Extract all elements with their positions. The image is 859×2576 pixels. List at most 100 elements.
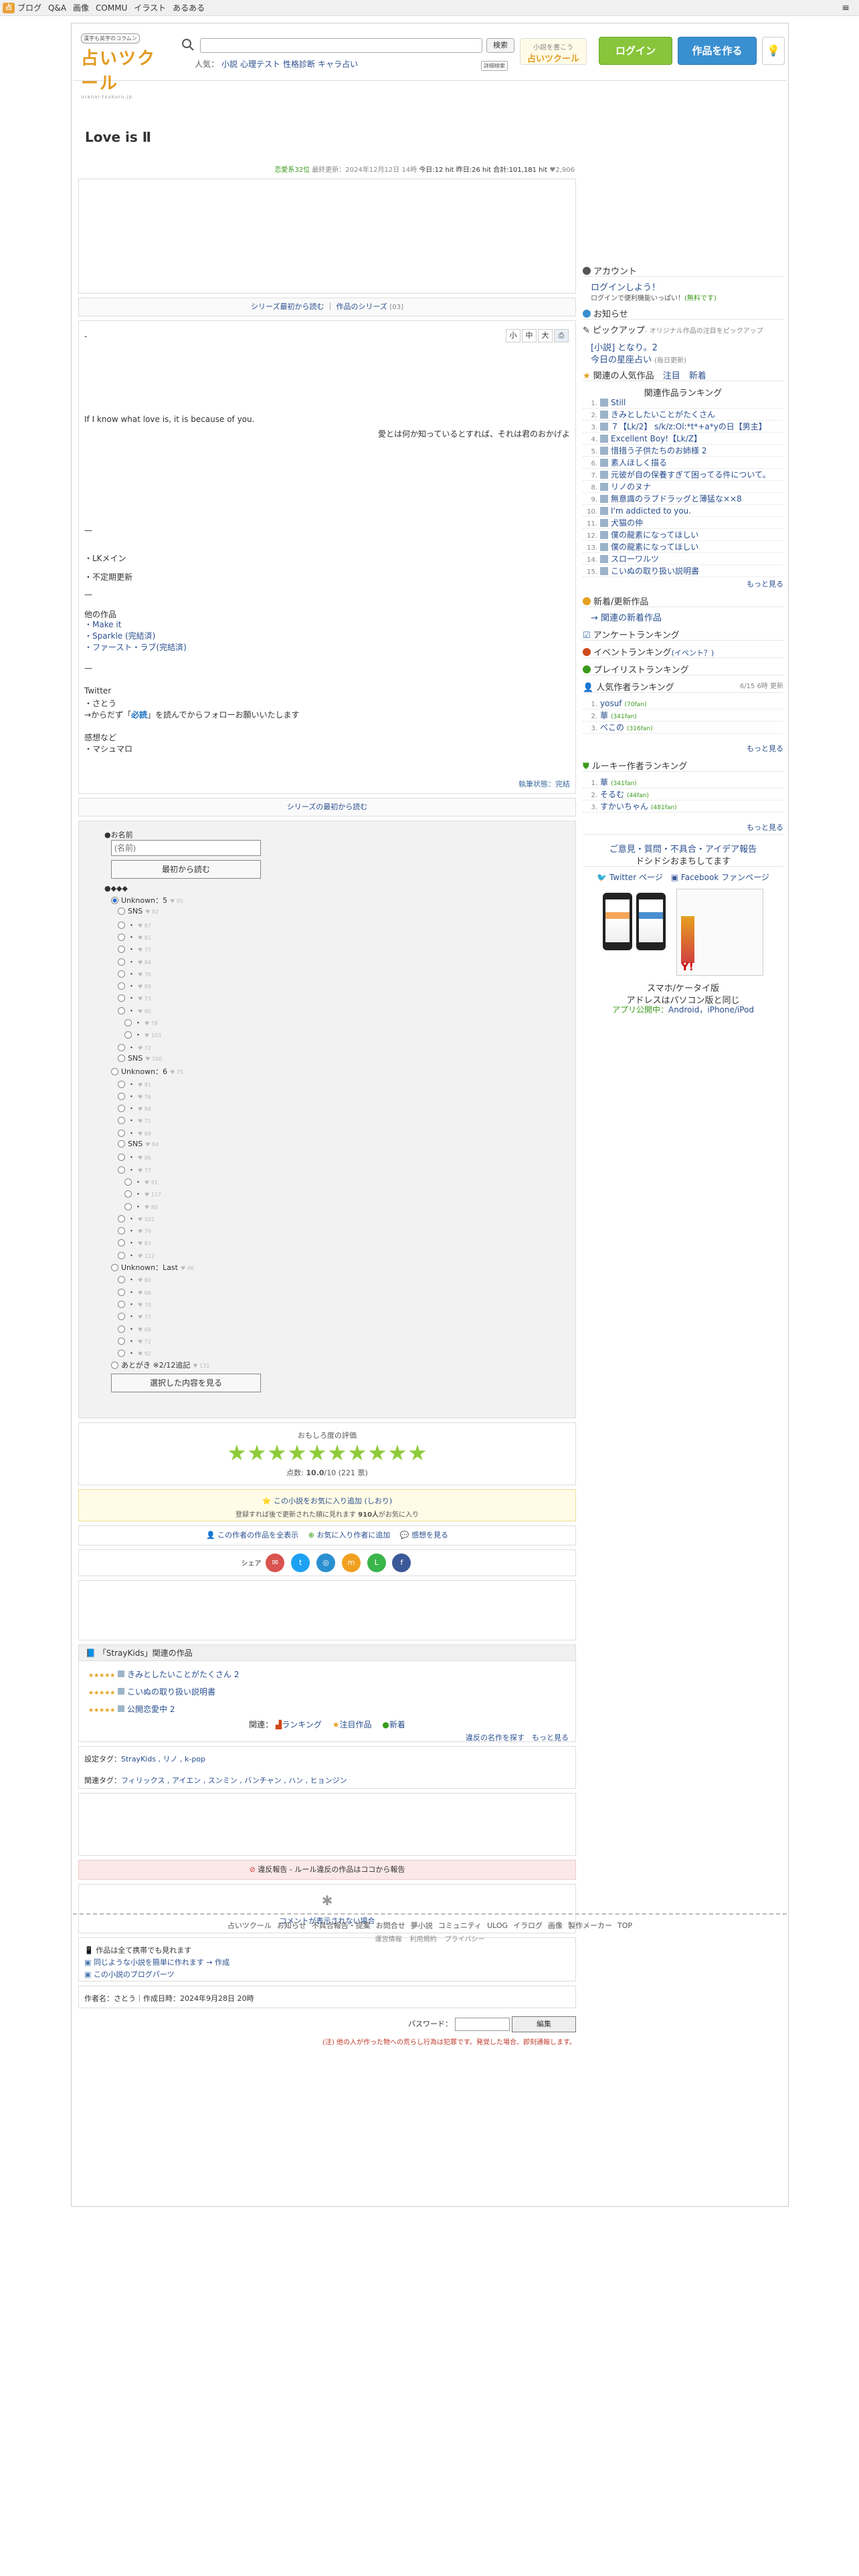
sidebar-news-header[interactable]: お知らせ: [583, 307, 783, 320]
rookie-rank-item[interactable]: 2. そるむ (44fan): [583, 788, 783, 800]
related-item-link[interactable]: こいぬの取り扱い説明書: [127, 1687, 215, 1697]
ranking-item-link[interactable]: 元彼が自の保養すぎて困ってる件について。: [611, 470, 771, 479]
toc-item[interactable]: ・ ♥ 73: [118, 992, 151, 1003]
footer-link[interactable]: 不具合報告・提案: [312, 1921, 371, 1930]
toc-item[interactable]: ・ ♥ 102: [118, 1213, 155, 1224]
series-link[interactable]: 作品のシリーズ: [336, 302, 387, 311]
ranking-item-link[interactable]: Still: [611, 398, 626, 407]
toc-item[interactable]: ・ ♥ 83: [118, 1237, 151, 1248]
sidebar-playlist[interactable]: プレイリストランキング: [583, 663, 783, 675]
radio-icon[interactable]: [118, 970, 125, 978]
ranking-item-link[interactable]: 無意識のラブドラッグと薄猛な××8: [611, 494, 742, 504]
toc-item[interactable]: ・ ♥ 72: [118, 1335, 151, 1346]
ranking-item-link[interactable]: 僕の龍素になってほしい: [611, 530, 698, 540]
login-prompt-link[interactable]: ログインしよう！: [583, 280, 783, 293]
radio-icon[interactable]: [118, 1337, 125, 1345]
rank-badge[interactable]: 恋愛系32位: [274, 167, 310, 174]
popular-chara[interactable]: キャラ占い: [318, 60, 358, 69]
rookie-rank-name[interactable]: すかいちゃん: [600, 802, 648, 811]
login-button[interactable]: ログイン: [599, 37, 672, 65]
toc-item[interactable]: ・ ♥ 87: [118, 920, 151, 930]
lightbulb-icon[interactable]: 💡: [762, 37, 785, 65]
ranking-item-link[interactable]: こいぬの取り扱い説明書: [611, 566, 699, 576]
ranking-item-link[interactable]: 犬猫の仲: [611, 518, 643, 528]
toc-item[interactable]: あとがき ※2/12追記 ♥ 131: [111, 1360, 209, 1370]
ranking-item-link[interactable]: Excellent Boy!【Lk/Z】: [611, 434, 702, 443]
related-item[interactable]: ★★★★★ こいぬの取り扱い説明書: [88, 1684, 239, 1701]
radio-icon[interactable]: [118, 1129, 125, 1137]
radio-icon[interactable]: [111, 1068, 118, 1076]
toc-item[interactable]: ・ ♥ 84: [118, 956, 151, 967]
rating-star-icon[interactable]: [328, 1444, 346, 1461]
toc-item[interactable]: Unknown：Last ♥ 46: [111, 1262, 194, 1273]
report-box[interactable]: ⊘ 違反報告 - ルール違反の作品はココから報告: [78, 1860, 576, 1880]
radio-icon[interactable]: [118, 1325, 125, 1333]
radio-icon[interactable]: [118, 1080, 125, 1088]
radio-icon[interactable]: [118, 982, 125, 990]
author-rank-item[interactable]: 2. 華 (341fan): [583, 710, 783, 722]
other-work-link[interactable]: ・Sparkle (完結済): [84, 631, 155, 641]
header-banner[interactable]: 小説を書こう 占いツクール: [520, 38, 587, 65]
ranking-item[interactable]: 1. Still: [583, 397, 783, 409]
event-sub-link[interactable]: (イベント？): [672, 649, 714, 657]
toc-item[interactable]: ・ ♥ 80: [124, 1201, 158, 1212]
feedback-report-link[interactable]: ご意見・質問・不具合・アイデア報告: [583, 842, 783, 855]
setting-tags-links[interactable]: StrayKids , リノ , k-pop: [121, 1755, 205, 1763]
footer-link[interactable]: コミュニティ: [438, 1921, 482, 1930]
radio-icon[interactable]: [118, 1006, 125, 1014]
pickup-horoscope[interactable]: 今日の星座占い (毎日更新): [583, 352, 783, 365]
radio-icon[interactable]: [118, 1313, 125, 1321]
author-rank-item[interactable]: 3. べこの (316fan): [583, 722, 783, 734]
font-small-button[interactable]: 小: [506, 329, 520, 342]
sidebar-survey[interactable]: ☑ アンケートランキング: [583, 628, 783, 641]
popular-personality[interactable]: 性格診断: [283, 60, 315, 69]
radio-icon[interactable]: [118, 1117, 125, 1125]
radio-icon[interactable]: [118, 958, 125, 966]
create-work-button[interactable]: 作品を作る: [678, 37, 757, 65]
toc-item[interactable]: ・ ♥ 78: [124, 1017, 158, 1028]
toc-item[interactable]: ・ ♥ 81: [118, 932, 151, 942]
rookie-rank-name[interactable]: そるむ: [600, 790, 624, 799]
rating-star-icon[interactable]: [228, 1444, 246, 1461]
site-logo[interactable]: 漢字も英字のコラムン 占いツクール uranai-tsukuru.jp: [81, 33, 168, 100]
toc-item[interactable]: ・ ♥ 77: [118, 1311, 151, 1321]
footer-link[interactable]: ULOG: [487, 1921, 508, 1930]
toc-item[interactable]: SNS ♥ 82: [118, 907, 159, 916]
ranking-item-link[interactable]: きみとしたいことがたくさん: [611, 410, 715, 419]
footer-link[interactable]: イラログ: [513, 1921, 543, 1930]
radio-icon[interactable]: [124, 1178, 132, 1186]
radio-icon[interactable]: [118, 1092, 125, 1100]
toc-item[interactable]: ・ ♥ 90: [118, 1005, 151, 1016]
radio-icon[interactable]: [118, 1251, 125, 1259]
ranking-item-link[interactable]: 素人ほしく描る: [611, 458, 667, 467]
toc-item[interactable]: Unknown：5 ♥ 95: [111, 895, 183, 905]
ranking-item[interactable]: 11. 犬猫の仲: [583, 517, 783, 529]
rating-star-icon[interactable]: [389, 1444, 406, 1461]
view-selected-button[interactable]: 選択した内容を見る: [111, 1374, 261, 1392]
rookie-rank-item[interactable]: 1. 華 (341fan): [583, 776, 783, 788]
radio-icon[interactable]: [118, 907, 125, 916]
related-new-link[interactable]: 新着: [389, 1720, 405, 1729]
other-work-link[interactable]: ・ファースト・ラブ(完結済): [84, 643, 187, 652]
radio-icon[interactable]: [118, 1214, 125, 1222]
ranking-item[interactable]: 12. 僕の龍素になってほしい: [583, 529, 783, 541]
radio-icon[interactable]: [118, 1350, 125, 1358]
footer-link[interactable]: 製作メーカー: [568, 1921, 612, 1930]
mail-icon[interactable]: ✉: [266, 1553, 285, 1572]
author-rank-name[interactable]: 華: [600, 711, 608, 720]
ranking-item[interactable]: 2. きみとしたいことがたくさん: [583, 409, 783, 421]
ranking-item[interactable]: 4. Excellent Boy!【Lk/Z】: [583, 433, 783, 445]
series-read-first-2[interactable]: シリーズの最初から読む: [287, 802, 367, 811]
footer-link[interactable]: TOP: [617, 1921, 632, 1930]
search-button[interactable]: 検索: [486, 38, 514, 53]
ranking-item[interactable]: 6. 素人ほしく描る: [583, 457, 783, 469]
rookie-rank-name[interactable]: 華: [600, 778, 608, 787]
toc-item[interactable]: ・ ♥ 79: [118, 1225, 151, 1236]
footer-link[interactable]: お知らせ: [277, 1921, 306, 1930]
name-input[interactable]: [111, 840, 261, 856]
footer-link[interactable]: 占いツクール: [227, 1921, 272, 1930]
series-read-first[interactable]: シリーズ最初から読む: [251, 302, 324, 311]
phone-mockup-icon[interactable]: [603, 889, 670, 950]
radio-icon[interactable]: [111, 1362, 118, 1370]
radio-icon[interactable]: [124, 1202, 132, 1210]
